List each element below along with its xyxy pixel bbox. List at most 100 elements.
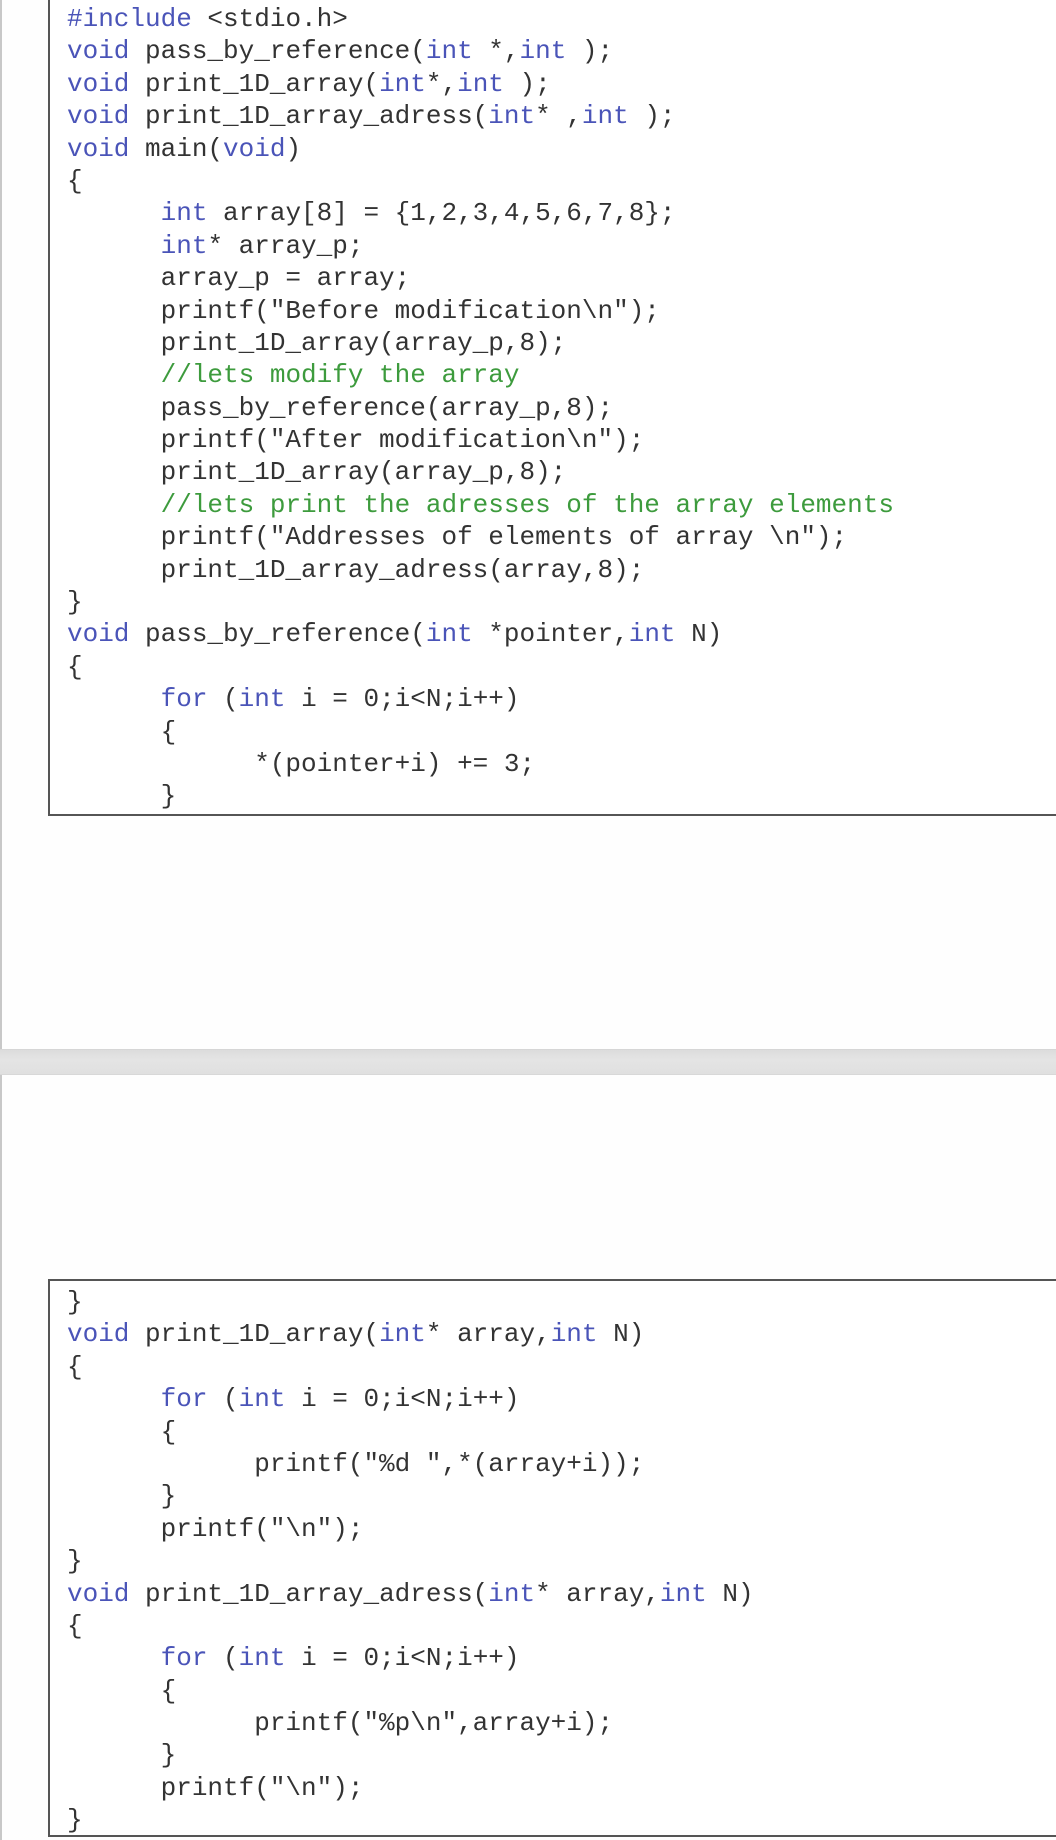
code-text: array_p = array; bbox=[67, 263, 411, 294]
code-line: } bbox=[67, 586, 894, 618]
code-text: ); bbox=[566, 36, 614, 67]
code-line: for (int i = 0;i<N;i++) bbox=[67, 683, 894, 715]
code-line: { bbox=[67, 1675, 754, 1707]
keyword-token: int bbox=[488, 1578, 536, 1609]
code-text: *, bbox=[472, 36, 520, 67]
code-text: printf("Before modification\n"); bbox=[67, 295, 660, 326]
code-line: void pass_by_reference(int *pointer,int … bbox=[67, 618, 894, 650]
code-line: print_1D_array_adress(array,8); bbox=[67, 554, 894, 586]
keyword-token: int bbox=[425, 36, 473, 67]
keyword-token: int bbox=[457, 68, 504, 99]
keyword-token: void bbox=[67, 36, 130, 67]
code-line: printf("After modification\n"); bbox=[67, 424, 894, 456]
code-line: void print_1D_array(int* array,int N) bbox=[67, 1318, 754, 1350]
code-block: #include <stdio.h> void pass_by_reference… bbox=[67, 3, 894, 813]
preprocessor-token: #include bbox=[67, 4, 192, 34]
code-text: } bbox=[67, 1740, 177, 1771]
keyword-token: void bbox=[67, 619, 130, 650]
keyword-token: int bbox=[425, 619, 473, 650]
code-text: print_1D_array_adress(array,8); bbox=[67, 554, 645, 585]
code-text: N) bbox=[706, 1578, 754, 1609]
code-line: void print_1D_array(int*,int ); bbox=[67, 68, 894, 100]
code-text: * array, bbox=[535, 1578, 660, 1609]
keyword-token: int bbox=[379, 68, 426, 99]
code-text: *, bbox=[425, 68, 458, 99]
code-text: print_1D_array(array_p,8); bbox=[67, 327, 567, 358]
code-text: i = 0;i<N;i++) bbox=[285, 1643, 520, 1674]
code-line: print_1D_array(array_p,8); bbox=[67, 456, 894, 488]
keyword-token: void bbox=[67, 68, 130, 99]
page-left-border bbox=[0, 0, 2, 1840]
keyword-token: int bbox=[628, 619, 676, 650]
code-line: void pass_by_reference(int *,int ); bbox=[67, 35, 894, 67]
keyword-token: int bbox=[160, 230, 208, 261]
code-line: printf("\n"); bbox=[67, 1513, 754, 1545]
code-text: } bbox=[67, 1481, 177, 1512]
code-text: printf("%d ",*(array+i)); bbox=[67, 1448, 645, 1479]
keyword-token: int bbox=[659, 1578, 707, 1609]
code-line: *(pointer+i) += 3; bbox=[67, 748, 894, 780]
keyword-token: for bbox=[160, 1384, 208, 1415]
code-line: } bbox=[67, 1545, 754, 1577]
keyword-token: int bbox=[238, 684, 286, 715]
code-snippet-1: #include <stdio.h> void pass_by_reference… bbox=[48, 0, 1056, 816]
code-text: pass_by_reference( bbox=[129, 619, 426, 650]
page-separator bbox=[0, 1049, 1056, 1075]
code-text: } bbox=[67, 1287, 83, 1317]
code-text: print_1D_array_adress( bbox=[129, 1578, 489, 1609]
keyword-token: void bbox=[67, 101, 130, 132]
keyword-token: void bbox=[223, 133, 286, 164]
code-line: { bbox=[67, 1416, 754, 1448]
code-line: { bbox=[67, 1610, 754, 1642]
code-text: i = 0;i<N;i++) bbox=[285, 1384, 520, 1415]
comment-token: //lets modify the array bbox=[160, 360, 520, 391]
code-text: pass_by_reference( bbox=[129, 36, 426, 67]
code-line: print_1D_array(array_p,8); bbox=[67, 327, 894, 359]
code-line: void main(void) bbox=[67, 133, 894, 165]
code-text: main( bbox=[129, 133, 224, 164]
code-line: } bbox=[67, 1739, 754, 1771]
code-line: for (int i = 0;i<N;i++) bbox=[67, 1383, 754, 1415]
code-text: print_1D_array( bbox=[129, 1319, 380, 1350]
keyword-token: int bbox=[581, 101, 629, 132]
code-text: <stdio.h> bbox=[191, 4, 348, 34]
code-text: } bbox=[67, 781, 177, 812]
code-text: printf("\n"); bbox=[67, 1513, 364, 1544]
keyword-token: int bbox=[160, 198, 208, 229]
code-text: ); bbox=[628, 101, 676, 132]
code-line: #include <stdio.h> bbox=[67, 3, 894, 35]
keyword-token: int bbox=[379, 1319, 426, 1350]
code-line: //lets print the adresses of the array e… bbox=[67, 489, 894, 521]
code-text: } bbox=[67, 1805, 83, 1836]
code-line: pass_by_reference(array_p,8); bbox=[67, 392, 894, 424]
code-text: ) bbox=[285, 133, 302, 164]
code-line: { bbox=[67, 1351, 754, 1383]
code-text: *pointer, bbox=[472, 619, 629, 650]
code-text: } bbox=[67, 587, 83, 618]
code-text: ( bbox=[207, 684, 239, 715]
code-text: pass_by_reference(array_p,8); bbox=[67, 392, 614, 423]
code-line: for (int i = 0;i<N;i++) bbox=[67, 1642, 754, 1674]
keyword-token: int bbox=[519, 36, 567, 67]
code-text: print_1D_array( bbox=[129, 68, 380, 99]
code-block: } void print_1D_array(int* array,int N){ … bbox=[67, 1286, 754, 1837]
code-line: { bbox=[67, 165, 894, 197]
keyword-token: int bbox=[488, 101, 536, 132]
code-text: i = 0;i<N;i++) bbox=[285, 684, 520, 715]
code-text: { bbox=[67, 1610, 83, 1641]
code-text: ( bbox=[207, 1643, 239, 1674]
code-text: printf("\n"); bbox=[67, 1772, 364, 1803]
code-snippet-2: } void print_1D_array(int* array,int N){ … bbox=[48, 1279, 1056, 1837]
keyword-token: int bbox=[550, 1319, 598, 1350]
code-text: { bbox=[67, 716, 177, 747]
code-text: ( bbox=[207, 1384, 239, 1415]
code-line: printf("\n"); bbox=[67, 1772, 754, 1804]
code-text: printf("%p\n",array+i); bbox=[67, 1708, 614, 1739]
code-line: int array[8] = {1,2,3,4,5,6,7,8}; bbox=[67, 197, 894, 229]
keyword-token: int bbox=[238, 1643, 286, 1674]
code-text: } bbox=[67, 1546, 83, 1577]
code-line: //lets modify the array bbox=[67, 359, 894, 391]
